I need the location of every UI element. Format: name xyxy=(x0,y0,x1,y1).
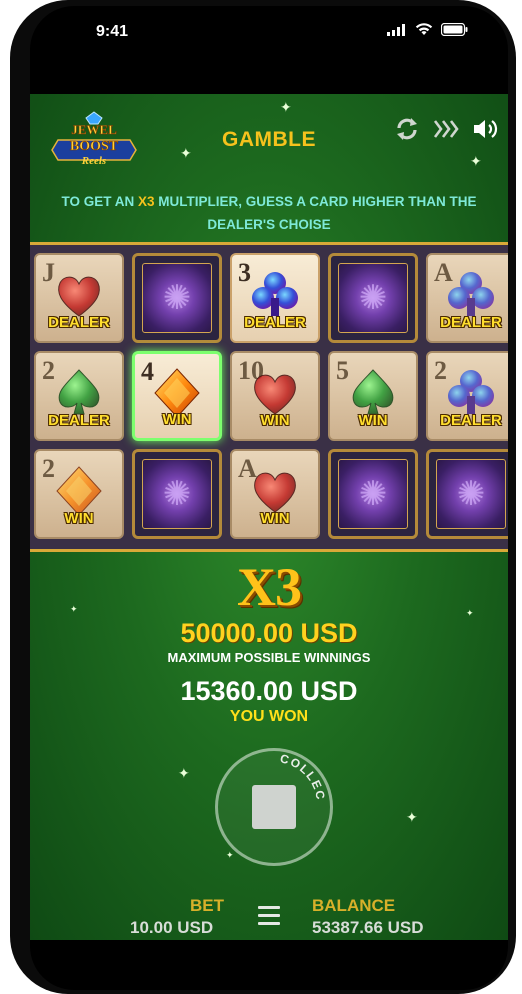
stop-square-icon xyxy=(252,785,296,829)
swirl-icon: ✺ xyxy=(162,475,192,513)
playing-card[interactable]: A DEALER xyxy=(426,253,508,343)
card-result-label: WIN xyxy=(64,510,94,527)
battery-icon xyxy=(441,23,468,36)
card-result-label: WIN xyxy=(260,412,290,429)
phone-frame: 9:41 ✦ ✦ ✦ ✦ ✦ ✦ ✦ ✦ JEWEL BOOST Reels G… xyxy=(10,0,516,994)
swirl-icon: ✺ xyxy=(358,475,388,513)
won-label: YOU WON xyxy=(229,708,309,725)
sparkle-icon: ✦ xyxy=(178,765,190,781)
swirl-icon: ✺ xyxy=(358,279,388,317)
card-back[interactable]: ✺ xyxy=(426,449,508,539)
instruction-text: TO GET AN X3 MULTIPLIER, GUESS A CARD HI… xyxy=(61,194,477,232)
status-icons xyxy=(387,23,468,36)
card-back[interactable]: ✺ xyxy=(328,253,418,343)
sparkle-icon: ✦ xyxy=(280,99,292,115)
won-amount: 15360.00 USD xyxy=(180,676,358,706)
refresh-icon[interactable] xyxy=(394,116,420,142)
card-result-label: DEALER xyxy=(48,314,110,331)
balance-label: BALANCE xyxy=(312,896,396,915)
playing-card[interactable]: A WIN xyxy=(230,449,320,539)
card-back[interactable]: ✺ xyxy=(132,253,222,343)
collect-control: COLLECT xyxy=(211,742,337,868)
top-controls xyxy=(394,116,500,142)
multiplier-value: X3 xyxy=(237,557,302,617)
playing-card[interactable]: 4 WIN xyxy=(132,351,222,441)
playing-card[interactable]: 10 WIN xyxy=(230,351,320,441)
swirl-icon: ✺ xyxy=(456,475,486,513)
card-result-label: WIN xyxy=(358,412,388,429)
card-result-label: WIN xyxy=(162,411,192,428)
card-back[interactable]: ✺ xyxy=(328,449,418,539)
balance-value: 53387.66 USD xyxy=(312,918,424,937)
cellular-signal-icon xyxy=(387,23,405,36)
turbo-chevrons-icon[interactable] xyxy=(432,118,460,140)
playing-card[interactable]: J DEALER xyxy=(34,253,124,343)
playing-card[interactable]: 5 WIN xyxy=(328,351,418,441)
max-win-label: MAXIMUM POSSIBLE WINNINGS xyxy=(167,650,371,665)
instruction-multiplier: X3 xyxy=(137,194,155,209)
card-result-label: WIN xyxy=(260,510,290,527)
menu-icon[interactable] xyxy=(258,906,280,926)
sparkle-icon: ✦ xyxy=(470,153,482,169)
card-back-pattern: ✺ xyxy=(436,459,506,529)
status-bar: 9:41 xyxy=(30,6,508,52)
footer-bar: BET 10.00 USD BALANCE 53387.66 USD xyxy=(30,894,508,940)
card-grid: J DEALER ✺ 3 DEALER ✺ A DEALER 2 DEALER 4 WIN 10 WIN 5… xyxy=(34,253,508,541)
playing-card[interactable]: 2 WIN xyxy=(34,449,124,539)
screen: 9:41 ✦ ✦ ✦ ✦ ✦ ✦ ✦ ✦ JEWEL BOOST Reels G… xyxy=(30,6,508,990)
card-back[interactable]: ✺ xyxy=(132,449,222,539)
logo-reels-text: Reels xyxy=(81,155,106,167)
card-result-label: DEALER xyxy=(440,412,502,429)
card-back-pattern: ✺ xyxy=(142,263,212,333)
playing-card[interactable]: 2 DEALER xyxy=(34,351,124,441)
playing-card[interactable]: 3 DEALER xyxy=(230,253,320,343)
card-back-pattern: ✺ xyxy=(142,459,212,529)
swirl-icon: ✺ xyxy=(162,279,192,317)
sound-icon[interactable] xyxy=(472,117,500,141)
collect-button[interactable] xyxy=(215,748,333,866)
card-back-pattern: ✺ xyxy=(338,459,408,529)
card-grid-band: J DEALER ✺ 3 DEALER ✺ A DEALER 2 DEALER 4 WIN 10 WIN 5… xyxy=(30,242,508,552)
max-win-amount: 50000.00 USD xyxy=(180,618,358,648)
card-back-pattern: ✺ xyxy=(338,263,408,333)
status-time: 9:41 xyxy=(96,23,129,40)
wifi-icon xyxy=(415,23,433,35)
game-area: ✦ ✦ ✦ ✦ ✦ ✦ ✦ ✦ JEWEL BOOST Reels GAMBLE xyxy=(30,94,508,940)
playing-card[interactable]: 2 DEALER xyxy=(426,351,508,441)
bet-value[interactable]: 10.00 USD xyxy=(130,918,213,938)
card-result-label: DEALER xyxy=(48,412,110,429)
sparkle-icon: ✦ xyxy=(406,809,418,825)
card-result-label: DEALER xyxy=(244,314,306,331)
card-result-label: DEALER xyxy=(440,314,502,331)
bet-label: BET xyxy=(190,896,224,915)
